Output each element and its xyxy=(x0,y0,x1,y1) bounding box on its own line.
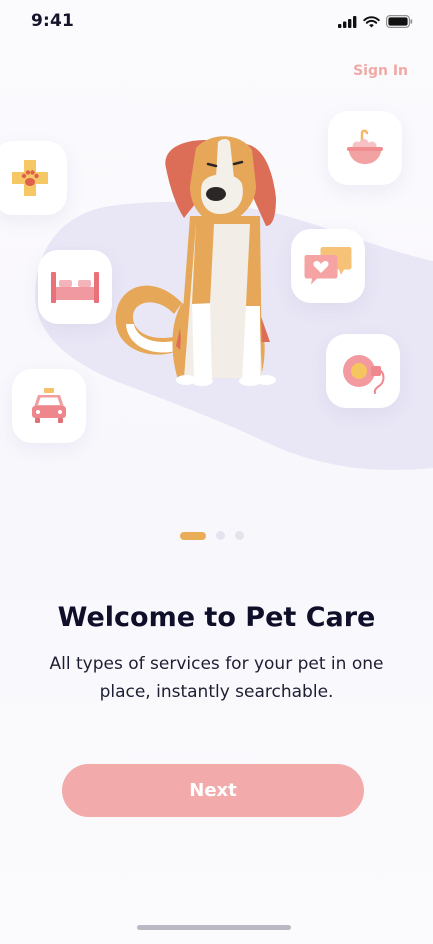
next-button[interactable]: Next xyxy=(62,764,364,817)
pet-taxi-tile xyxy=(12,369,86,443)
onboarding-title: Welcome to Pet Care xyxy=(57,602,376,633)
vet-care-icon xyxy=(12,160,48,196)
pet-chat-icon xyxy=(304,247,352,285)
pet-hotel-icon xyxy=(51,272,99,303)
home-indicator xyxy=(137,925,291,930)
pagination-dots xyxy=(180,531,244,540)
page-dot-2[interactable] xyxy=(216,531,225,540)
dog-walking-tile xyxy=(326,334,400,408)
dog-walking-icon xyxy=(343,355,385,394)
pet-hotel-tile xyxy=(38,250,112,324)
pet-taxi-icon xyxy=(32,388,66,423)
onboarding-subtitle: All types of services for your pet in on… xyxy=(49,654,384,702)
page-dot-3[interactable] xyxy=(235,531,244,540)
grooming-icon xyxy=(347,129,383,164)
pet-chat-tile xyxy=(291,229,365,303)
dog-illustration xyxy=(115,136,276,386)
page-dot-1[interactable] xyxy=(180,531,206,540)
vet-care-tile xyxy=(0,141,67,215)
grooming-tile xyxy=(328,111,402,185)
